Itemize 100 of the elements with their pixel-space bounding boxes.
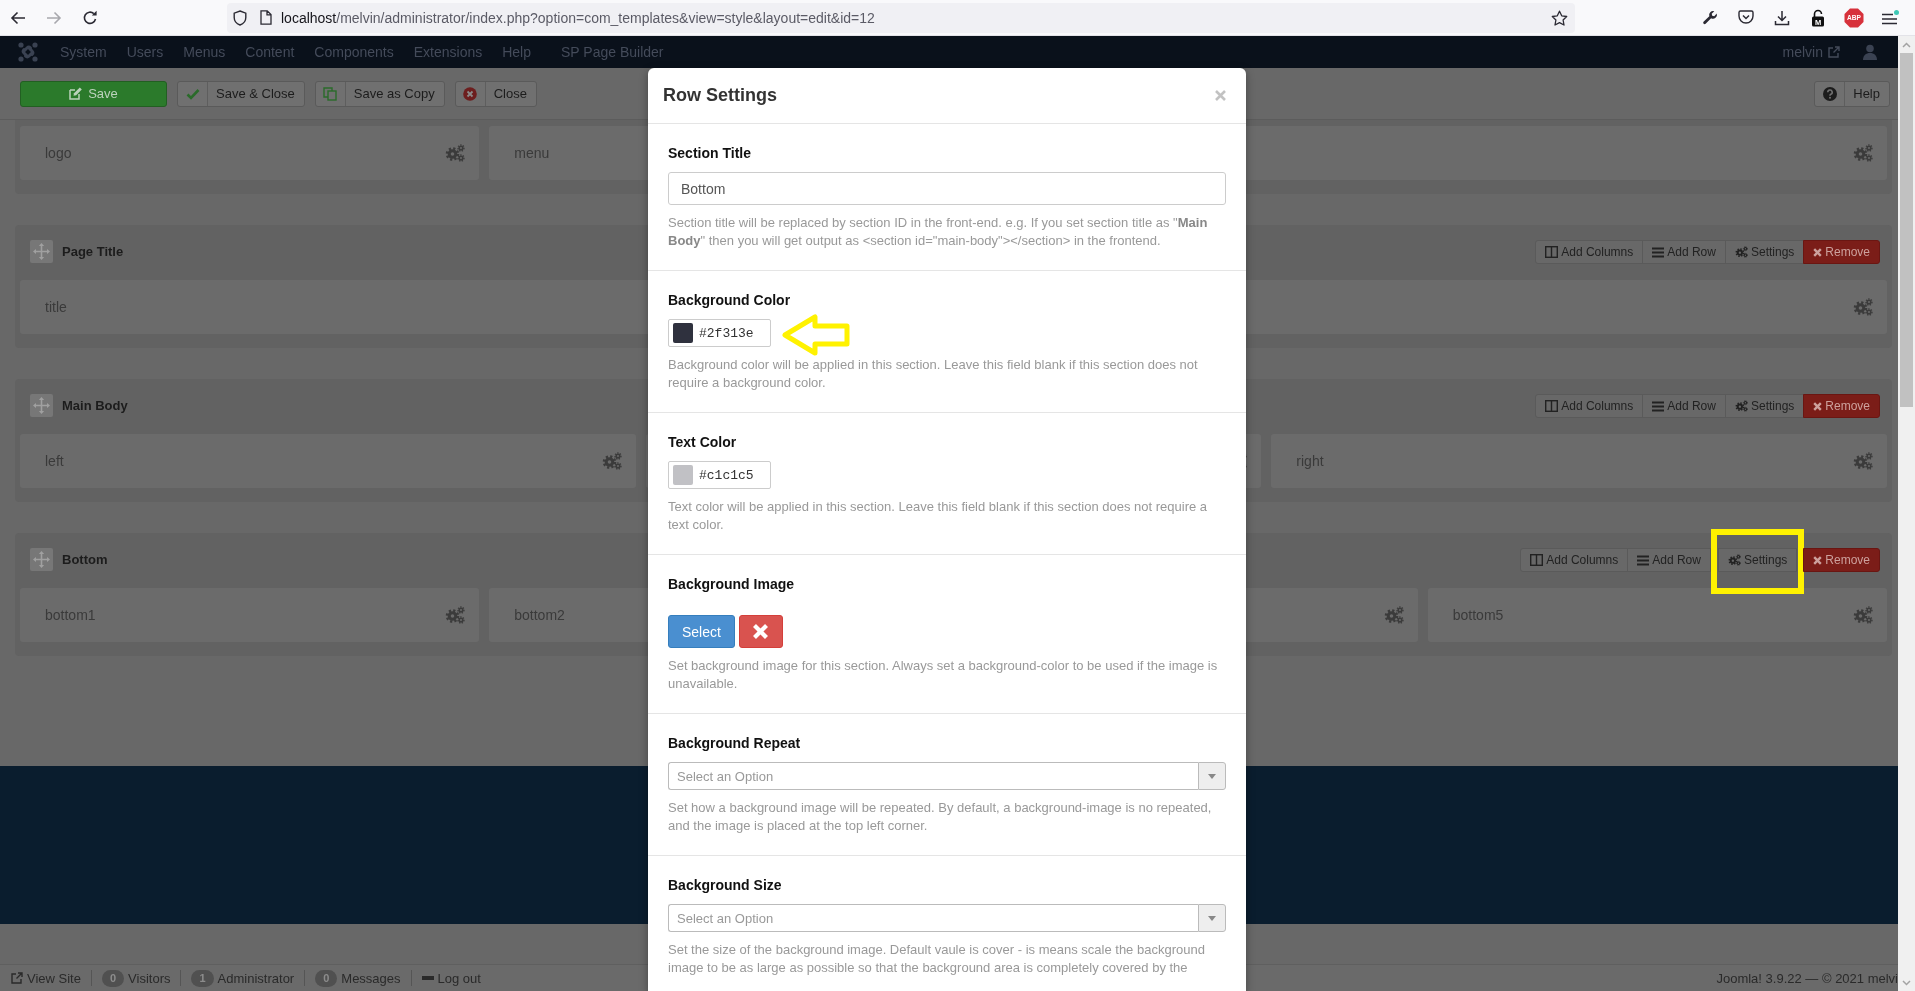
gears-icon[interactable] xyxy=(1853,298,1873,316)
dialog-title: Row Settings xyxy=(663,85,777,106)
chevron-shield-icon[interactable] xyxy=(1738,10,1754,25)
list-icon xyxy=(1652,400,1665,412)
download-icon[interactable] xyxy=(1774,9,1790,26)
help-button[interactable]: Help xyxy=(1814,80,1890,107)
field-label: Background Size xyxy=(668,876,783,894)
chevron-up-icon[interactable] xyxy=(1902,41,1911,48)
count-badge: 1 xyxy=(191,969,214,987)
clear-button[interactable] xyxy=(738,615,783,648)
remove-button[interactable]: Remove xyxy=(1803,548,1880,572)
gears-icon[interactable] xyxy=(445,144,466,162)
close-icon[interactable] xyxy=(1215,90,1226,101)
color-picker[interactable]: #2f313e xyxy=(668,319,771,347)
page-icon[interactable] xyxy=(260,10,272,25)
select-field[interactable]: Select an Option xyxy=(668,762,1198,790)
menu-icon[interactable] xyxy=(1881,9,1899,26)
columns-icon xyxy=(1545,246,1559,258)
wrench-icon[interactable] xyxy=(1702,9,1718,26)
x-icon xyxy=(1813,401,1823,411)
help-text: Text color will be applied in this section. Leave this field blank if this section does not require a text color. xyxy=(668,498,1209,534)
logo-icon[interactable] xyxy=(18,42,38,62)
menu-item[interactable]: Help xyxy=(492,44,541,60)
caret-icon xyxy=(1208,915,1216,921)
menu-item[interactable]: SP Page Builder xyxy=(551,44,674,60)
color-input[interactable]: #2f313e xyxy=(699,325,761,341)
scrollbar[interactable] xyxy=(1898,36,1915,991)
user-link[interactable]: melvin xyxy=(1782,44,1840,60)
remove-button[interactable]: Remove xyxy=(1803,240,1880,264)
status-link[interactable]: 0 Visitors xyxy=(101,969,171,987)
settings-button[interactable]: Settings xyxy=(1717,548,1798,572)
help-text: Section title will be replaced by section ID in the front-end. e.g. If you set section title as "Main Body" then you will get output as <section id="main-body"></section> in the frontend. xyxy=(668,214,1209,250)
field-label: Text Color xyxy=(668,433,738,451)
back-arrow-icon xyxy=(10,10,26,25)
color-swatch[interactable] xyxy=(673,323,693,343)
color-picker[interactable]: #c1c1c5 xyxy=(668,461,771,489)
columns-icon xyxy=(1530,554,1544,566)
reload-icon xyxy=(82,9,98,26)
text-field[interactable]: Bottom xyxy=(668,172,1226,205)
select-button[interactable]: Select xyxy=(668,615,735,648)
help-icon xyxy=(1822,86,1837,101)
menu-item[interactable]: Users xyxy=(116,44,174,60)
status-link[interactable]: 1 Administrator xyxy=(191,969,295,987)
x-icon xyxy=(1813,247,1823,257)
settings-button[interactable]: Settings xyxy=(1724,394,1805,418)
add-columns-button[interactable]: Add Columns xyxy=(1520,548,1629,572)
gears-icon xyxy=(1734,246,1748,258)
field-label: Background Image xyxy=(668,575,796,593)
add-columns-button[interactable]: Add Columns xyxy=(1535,240,1644,264)
move-icon[interactable] xyxy=(30,394,53,417)
menu-item[interactable]: Menus xyxy=(173,44,236,60)
save-copy-button[interactable]: Save as Copy xyxy=(314,80,445,107)
dropdown-toggle[interactable] xyxy=(1198,762,1226,790)
help-text: Set background image for this section. Always set a background-color to be used if the image is unavailable. xyxy=(668,657,1219,693)
add-row-button[interactable]: Add Row xyxy=(1642,240,1726,264)
gears-icon[interactable] xyxy=(1853,144,1873,162)
logout-link[interactable]: Log out xyxy=(421,970,481,986)
shield-icon[interactable] xyxy=(233,9,247,26)
gears-icon[interactable] xyxy=(1853,606,1873,624)
color-input[interactable]: #c1c1c5 xyxy=(699,467,761,483)
section-title: Page Title xyxy=(62,243,124,261)
external-link-icon xyxy=(11,972,23,984)
section-title: Bottom xyxy=(62,551,108,569)
url-text[interactable]: localhost/melvin/administrator/index.php?option=com_templates&view=style&layout=edit&id=12 xyxy=(281,9,875,26)
address-bar[interactable]: localhost/melvin/administrator/index.php?option=com_templates&view=style&layout=edit&id=12 xyxy=(227,2,1575,33)
help-text: Set how a background image will be repeated. By default, a background-image is no repeated, and the image is placed at the top left corner. xyxy=(668,799,1213,835)
minus-icon xyxy=(421,976,434,980)
chevron-down-icon[interactable] xyxy=(1902,979,1911,986)
dropdown-toggle[interactable] xyxy=(1198,904,1226,932)
view-site-link[interactable]: View Site xyxy=(11,970,81,986)
star-icon[interactable] xyxy=(1551,9,1568,26)
gears-icon[interactable] xyxy=(445,606,466,624)
menu-item[interactable]: Content xyxy=(235,44,305,60)
section-title: Main Body xyxy=(62,397,128,415)
save-close-button[interactable]: Save & Close xyxy=(177,80,305,107)
gears-icon xyxy=(1727,554,1741,566)
settings-button[interactable]: Settings xyxy=(1724,240,1805,264)
menu-item[interactable]: System xyxy=(50,44,117,60)
field-label: Background Color xyxy=(668,291,792,309)
add-row-button[interactable]: Add Row xyxy=(1627,548,1711,572)
gears-icon[interactable] xyxy=(601,452,622,470)
user-icon[interactable] xyxy=(1862,44,1878,60)
status-link[interactable]: 0 Messages xyxy=(315,969,401,987)
select-field[interactable]: Select an Option xyxy=(668,904,1198,932)
field-label: Section Title xyxy=(668,144,752,162)
add-columns-button[interactable]: Add Columns xyxy=(1535,394,1644,418)
remove-button[interactable]: Remove xyxy=(1803,394,1880,418)
move-icon[interactable] xyxy=(30,548,53,571)
menu-item[interactable]: Extensions xyxy=(403,44,493,60)
color-swatch[interactable] xyxy=(673,465,693,485)
scroll-thumb[interactable] xyxy=(1900,53,1913,407)
gears-icon[interactable] xyxy=(1853,452,1873,470)
gears-icon[interactable] xyxy=(1383,606,1404,624)
close-button[interactable]: Close xyxy=(454,80,537,107)
count-badge: 0 xyxy=(315,969,338,987)
save-button[interactable]: Save xyxy=(20,80,167,107)
add-row-button[interactable]: Add Row xyxy=(1642,394,1726,418)
menu-item[interactable]: Components xyxy=(304,44,404,60)
caret-icon xyxy=(1208,773,1216,779)
move-icon[interactable] xyxy=(30,240,53,263)
